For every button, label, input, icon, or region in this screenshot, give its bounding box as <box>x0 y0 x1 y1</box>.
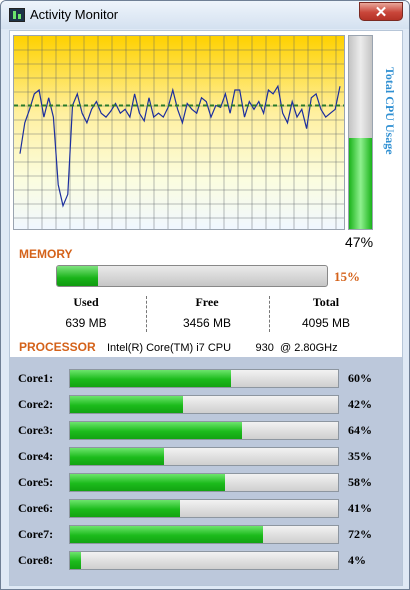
core-percent: 72% <box>348 527 372 541</box>
core-label: Core3: <box>18 423 54 437</box>
memory-section-title: MEMORY <box>19 247 73 261</box>
memory-free-label: Free <box>195 295 219 309</box>
core-label: Core7: <box>18 527 54 541</box>
memory-used-label: Used <box>73 295 99 309</box>
activity-monitor-window: Activity Monitor ✕ Total CPU Usage 47% M… <box>0 0 410 590</box>
title-bar[interactable]: Activity Monitor ✕ <box>1 1 409 29</box>
core-percent: 4% <box>348 553 366 567</box>
core-row: Core5: 58% <box>10 473 402 493</box>
core-usage-bar-fill <box>70 448 164 465</box>
cpu-history-graph <box>13 35 345 230</box>
core-label: Core6: <box>18 501 54 515</box>
close-button[interactable]: ✕ <box>359 2 403 21</box>
core-usage-bar-fill <box>70 552 81 569</box>
cpu-total-label: Total CPU Usage <box>383 67 397 155</box>
core-usage-bar-fill <box>70 474 226 491</box>
core-row: Core1: 60% <box>10 369 402 389</box>
memory-usage-bar <box>56 265 328 287</box>
core-percent: 41% <box>348 501 372 515</box>
core-label: Core2: <box>18 397 54 411</box>
core-usage-bar-fill <box>70 370 231 387</box>
memory-usage-bar-fill <box>57 266 98 286</box>
cpu-history-svg <box>14 36 344 229</box>
content-area: Total CPU Usage 47% MEMORY 15% Used 639 … <box>9 30 403 586</box>
core-row: Core7: 72% <box>10 525 402 545</box>
core-row: Core8: 4% <box>10 551 402 571</box>
memory-used-value: 639 MB <box>65 316 107 330</box>
cpu-usage-line <box>19 84 341 208</box>
core-row: Core4: 35% <box>10 447 402 467</box>
core-usage-bar-fill <box>70 422 242 439</box>
core-usage-bar <box>69 395 339 414</box>
cpu-total-percent: 47% <box>345 234 374 250</box>
cpu-total-bar-fill <box>349 138 372 229</box>
core-percent: 58% <box>348 475 372 489</box>
core-usage-bar <box>69 421 339 440</box>
processor-section-title: PROCESSOR <box>19 340 96 354</box>
core-row: Core2: 42% <box>10 395 402 415</box>
core-percent: 64% <box>348 423 372 437</box>
core-label: Core5: <box>18 475 54 489</box>
memory-percent: 15% <box>334 269 360 284</box>
window-title: Activity Monitor <box>30 7 119 22</box>
core-percent: 60% <box>348 371 372 385</box>
core-usage-bar <box>69 473 339 492</box>
core-row: Core3: 64% <box>10 421 402 441</box>
processor-name: Intel(R) Core(TM) i7 CPU 930 @ 2.80GHz <box>107 342 338 354</box>
core-usage-bar-fill <box>70 500 180 517</box>
core-label: Core8: <box>18 553 54 567</box>
cores-panel: Core1: 60% Core2: 42% Core3: 64% Core4: 35% Core… <box>10 357 402 585</box>
memory-free-stat: Free 3456 MB <box>152 295 262 330</box>
memory-total-label: Total <box>312 295 340 309</box>
core-usage-bar <box>69 369 339 388</box>
stat-divider <box>146 296 147 332</box>
core-usage-bar-fill <box>70 526 263 543</box>
memory-total-stat: Total 4095 MB <box>271 295 381 330</box>
core-usage-bar-fill <box>70 396 183 413</box>
activity-monitor-app-icon <box>9 8 25 22</box>
memory-used-stat: Used 639 MB <box>31 295 141 330</box>
core-usage-bar <box>69 525 339 544</box>
memory-total-value: 4095 MB <box>301 316 351 330</box>
core-usage-bar <box>69 447 339 466</box>
core-label: Core4: <box>18 449 54 463</box>
core-usage-bar <box>69 551 339 570</box>
core-usage-bar <box>69 499 339 518</box>
core-label: Core1: <box>18 371 54 385</box>
core-row: Core6: 41% <box>10 499 402 519</box>
core-percent: 42% <box>348 397 372 411</box>
cpu-total-bar <box>348 35 373 230</box>
stat-divider <box>269 296 270 332</box>
memory-free-value: 3456 MB <box>182 316 232 330</box>
core-percent: 35% <box>348 449 372 463</box>
